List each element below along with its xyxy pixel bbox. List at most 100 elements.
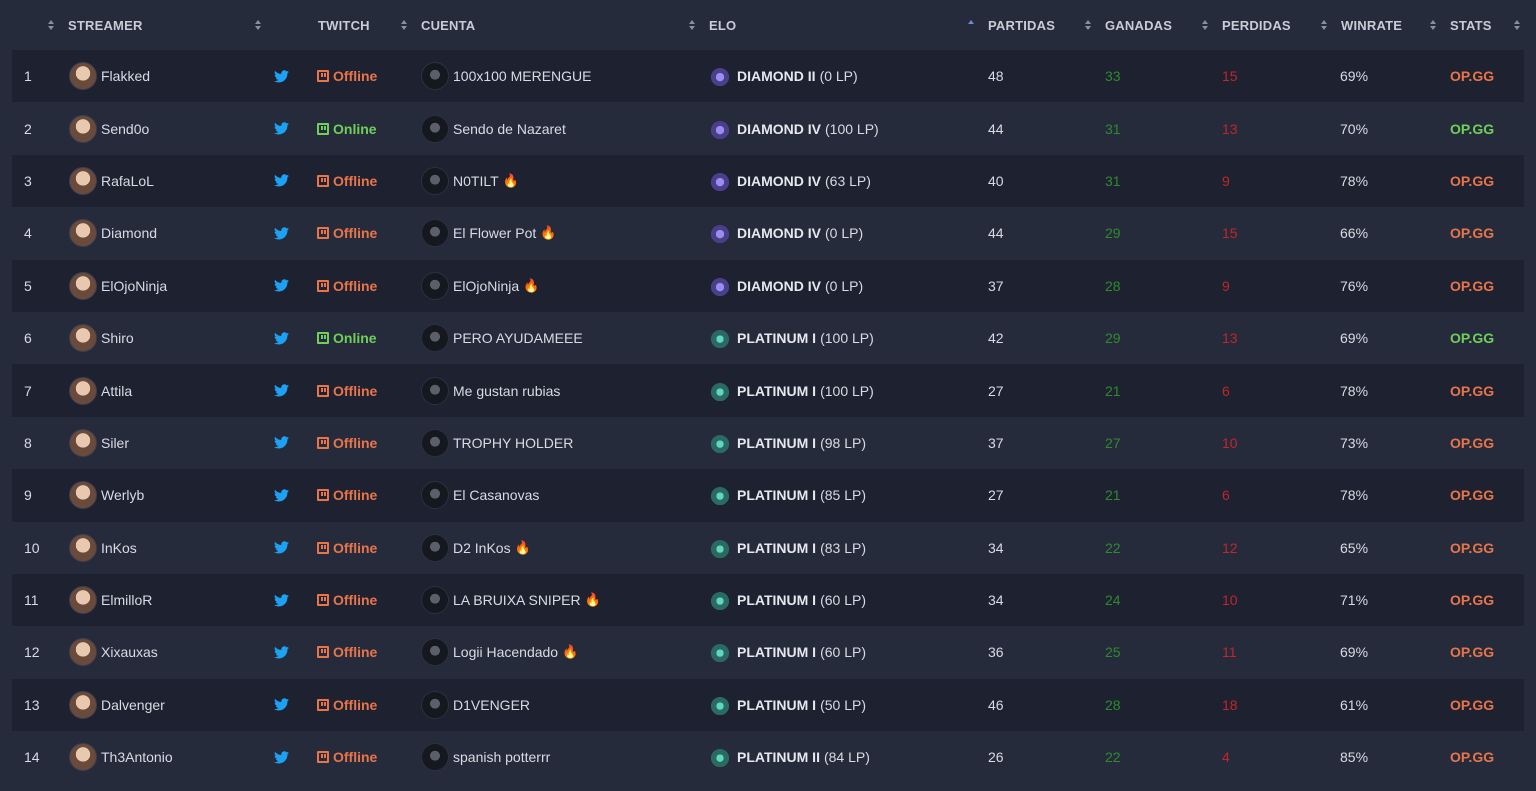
twitter-icon[interactable] <box>274 751 289 764</box>
twitch-status-link[interactable]: Offline <box>317 574 377 626</box>
twitter-link[interactable] <box>274 731 289 783</box>
twitter-icon[interactable] <box>274 122 289 135</box>
twitch-status[interactable]: Offline <box>333 540 377 556</box>
opgg-link[interactable]: OP.GG <box>1450 417 1494 469</box>
streamer-cell[interactable]: Diamond <box>69 207 157 259</box>
twitter-icon[interactable] <box>274 174 289 187</box>
opgg-link[interactable]: OP.GG <box>1450 50 1494 102</box>
header-cuenta[interactable]: CUENTA <box>421 18 475 33</box>
sort-streamer-icon[interactable] <box>255 18 262 32</box>
twitter-icon[interactable] <box>274 279 289 292</box>
twitch-status-link[interactable]: Offline <box>317 626 377 678</box>
twitter-icon[interactable] <box>274 593 289 607</box>
twitter-link[interactable] <box>274 102 289 154</box>
twitch-status[interactable]: Offline <box>333 487 377 503</box>
twitch-status-link[interactable]: Offline <box>317 207 377 259</box>
sort-stats-icon[interactable] <box>1514 18 1521 32</box>
twitter-icon[interactable] <box>274 698 289 711</box>
twitch-status-link[interactable]: Offline <box>317 469 377 521</box>
sort-ganadas-icon[interactable] <box>1202 18 1209 32</box>
twitter-link[interactable] <box>274 260 289 312</box>
streamer-name[interactable]: Flakked <box>101 68 150 84</box>
twitter-icon[interactable] <box>274 331 289 345</box>
opgg-link[interactable]: OP.GG <box>1450 574 1494 626</box>
streamer-name[interactable]: Dalvenger <box>101 697 165 713</box>
streamer-cell[interactable]: InKos <box>69 522 137 574</box>
twitch-status[interactable]: Offline <box>333 173 377 189</box>
header-ganadas[interactable]: GANADAS <box>1105 18 1172 33</box>
twitter-link[interactable] <box>274 207 289 259</box>
twitch-status[interactable]: Offline <box>333 749 377 765</box>
streamer-cell[interactable]: Werlyb <box>69 469 144 521</box>
twitter-icon[interactable] <box>274 384 289 397</box>
twitter-link[interactable] <box>274 679 289 731</box>
twitch-status[interactable]: Offline <box>333 278 377 294</box>
twitch-status-link[interactable]: Online <box>317 102 377 154</box>
twitter-icon[interactable] <box>274 436 289 449</box>
streamer-name[interactable]: Th3Antonio <box>101 749 173 765</box>
twitter-icon[interactable] <box>274 646 289 659</box>
streamer-name[interactable]: Diamond <box>101 225 157 241</box>
twitch-status[interactable]: Offline <box>333 644 377 660</box>
streamer-cell[interactable]: ElOjoNinja <box>69 260 167 312</box>
header-streamer[interactable]: STREAMER <box>68 18 143 33</box>
twitter-icon[interactable] <box>274 489 289 502</box>
header-stats[interactable]: STATS <box>1450 18 1492 33</box>
twitter-icon[interactable] <box>274 227 289 240</box>
opgg-link[interactable]: OP.GG <box>1450 522 1494 574</box>
sort-perdidas-icon[interactable] <box>1321 18 1328 32</box>
opgg-link[interactable]: OP.GG <box>1450 469 1494 521</box>
twitch-status-link[interactable]: Online <box>317 312 377 364</box>
twitch-status[interactable]: Offline <box>333 592 377 608</box>
sort-twitch-icon[interactable] <box>401 18 408 32</box>
twitch-status-link[interactable]: Offline <box>317 364 377 416</box>
sort-partidas-icon[interactable] <box>1085 18 1092 32</box>
streamer-name[interactable]: Shiro <box>101 330 134 346</box>
streamer-name[interactable]: InKos <box>101 540 137 556</box>
streamer-name[interactable]: ElmilloR <box>101 592 152 608</box>
sort-elo-ascending-icon[interactable] <box>968 18 975 32</box>
twitch-status[interactable]: Online <box>333 330 377 346</box>
twitter-link[interactable] <box>274 469 289 521</box>
twitter-link[interactable] <box>274 626 289 678</box>
twitch-status[interactable]: Offline <box>333 68 377 84</box>
opgg-link[interactable]: OP.GG <box>1450 312 1494 364</box>
twitch-status-link[interactable]: Offline <box>317 155 377 207</box>
streamer-name[interactable]: RafaLoL <box>101 173 154 189</box>
sort-winrate-icon[interactable] <box>1430 18 1437 32</box>
streamer-name[interactable]: Attila <box>101 383 132 399</box>
streamer-cell[interactable]: Attila <box>69 364 132 416</box>
opgg-link[interactable]: OP.GG <box>1450 364 1494 416</box>
opgg-link[interactable]: OP.GG <box>1450 731 1494 783</box>
streamer-cell[interactable]: Dalvenger <box>69 679 165 731</box>
sort-cuenta-icon[interactable] <box>689 18 696 32</box>
twitch-status-link[interactable]: Offline <box>317 260 377 312</box>
twitch-status[interactable]: Offline <box>333 225 377 241</box>
twitch-status[interactable]: Offline <box>333 383 377 399</box>
twitter-link[interactable] <box>274 50 289 102</box>
twitch-status[interactable]: Online <box>333 121 377 137</box>
header-elo[interactable]: ELO <box>709 18 736 33</box>
streamer-cell[interactable]: Siler <box>69 417 129 469</box>
twitter-link[interactable] <box>274 155 289 207</box>
opgg-link[interactable]: OP.GG <box>1450 626 1494 678</box>
streamer-name[interactable]: Werlyb <box>101 487 144 503</box>
twitter-link[interactable] <box>274 522 289 574</box>
twitch-status-link[interactable]: Offline <box>317 522 377 574</box>
opgg-link[interactable]: OP.GG <box>1450 102 1494 154</box>
twitch-status[interactable]: Offline <box>333 435 377 451</box>
twitch-status-link[interactable]: Offline <box>317 679 377 731</box>
streamer-cell[interactable]: RafaLoL <box>69 155 154 207</box>
header-perdidas[interactable]: PERDIDAS <box>1222 18 1291 33</box>
header-twitch[interactable]: TWITCH <box>318 18 370 33</box>
twitter-link[interactable] <box>274 574 289 626</box>
streamer-cell[interactable]: Th3Antonio <box>69 731 173 783</box>
twitch-status-link[interactable]: Offline <box>317 417 377 469</box>
streamer-name[interactable]: Xixauxas <box>101 644 158 660</box>
streamer-cell[interactable]: Shiro <box>69 312 134 364</box>
opgg-link[interactable]: OP.GG <box>1450 155 1494 207</box>
twitch-status-link[interactable]: Offline <box>317 50 377 102</box>
twitch-status[interactable]: Offline <box>333 697 377 713</box>
twitter-icon[interactable] <box>274 541 289 554</box>
streamer-name[interactable]: ElOjoNinja <box>101 278 167 294</box>
